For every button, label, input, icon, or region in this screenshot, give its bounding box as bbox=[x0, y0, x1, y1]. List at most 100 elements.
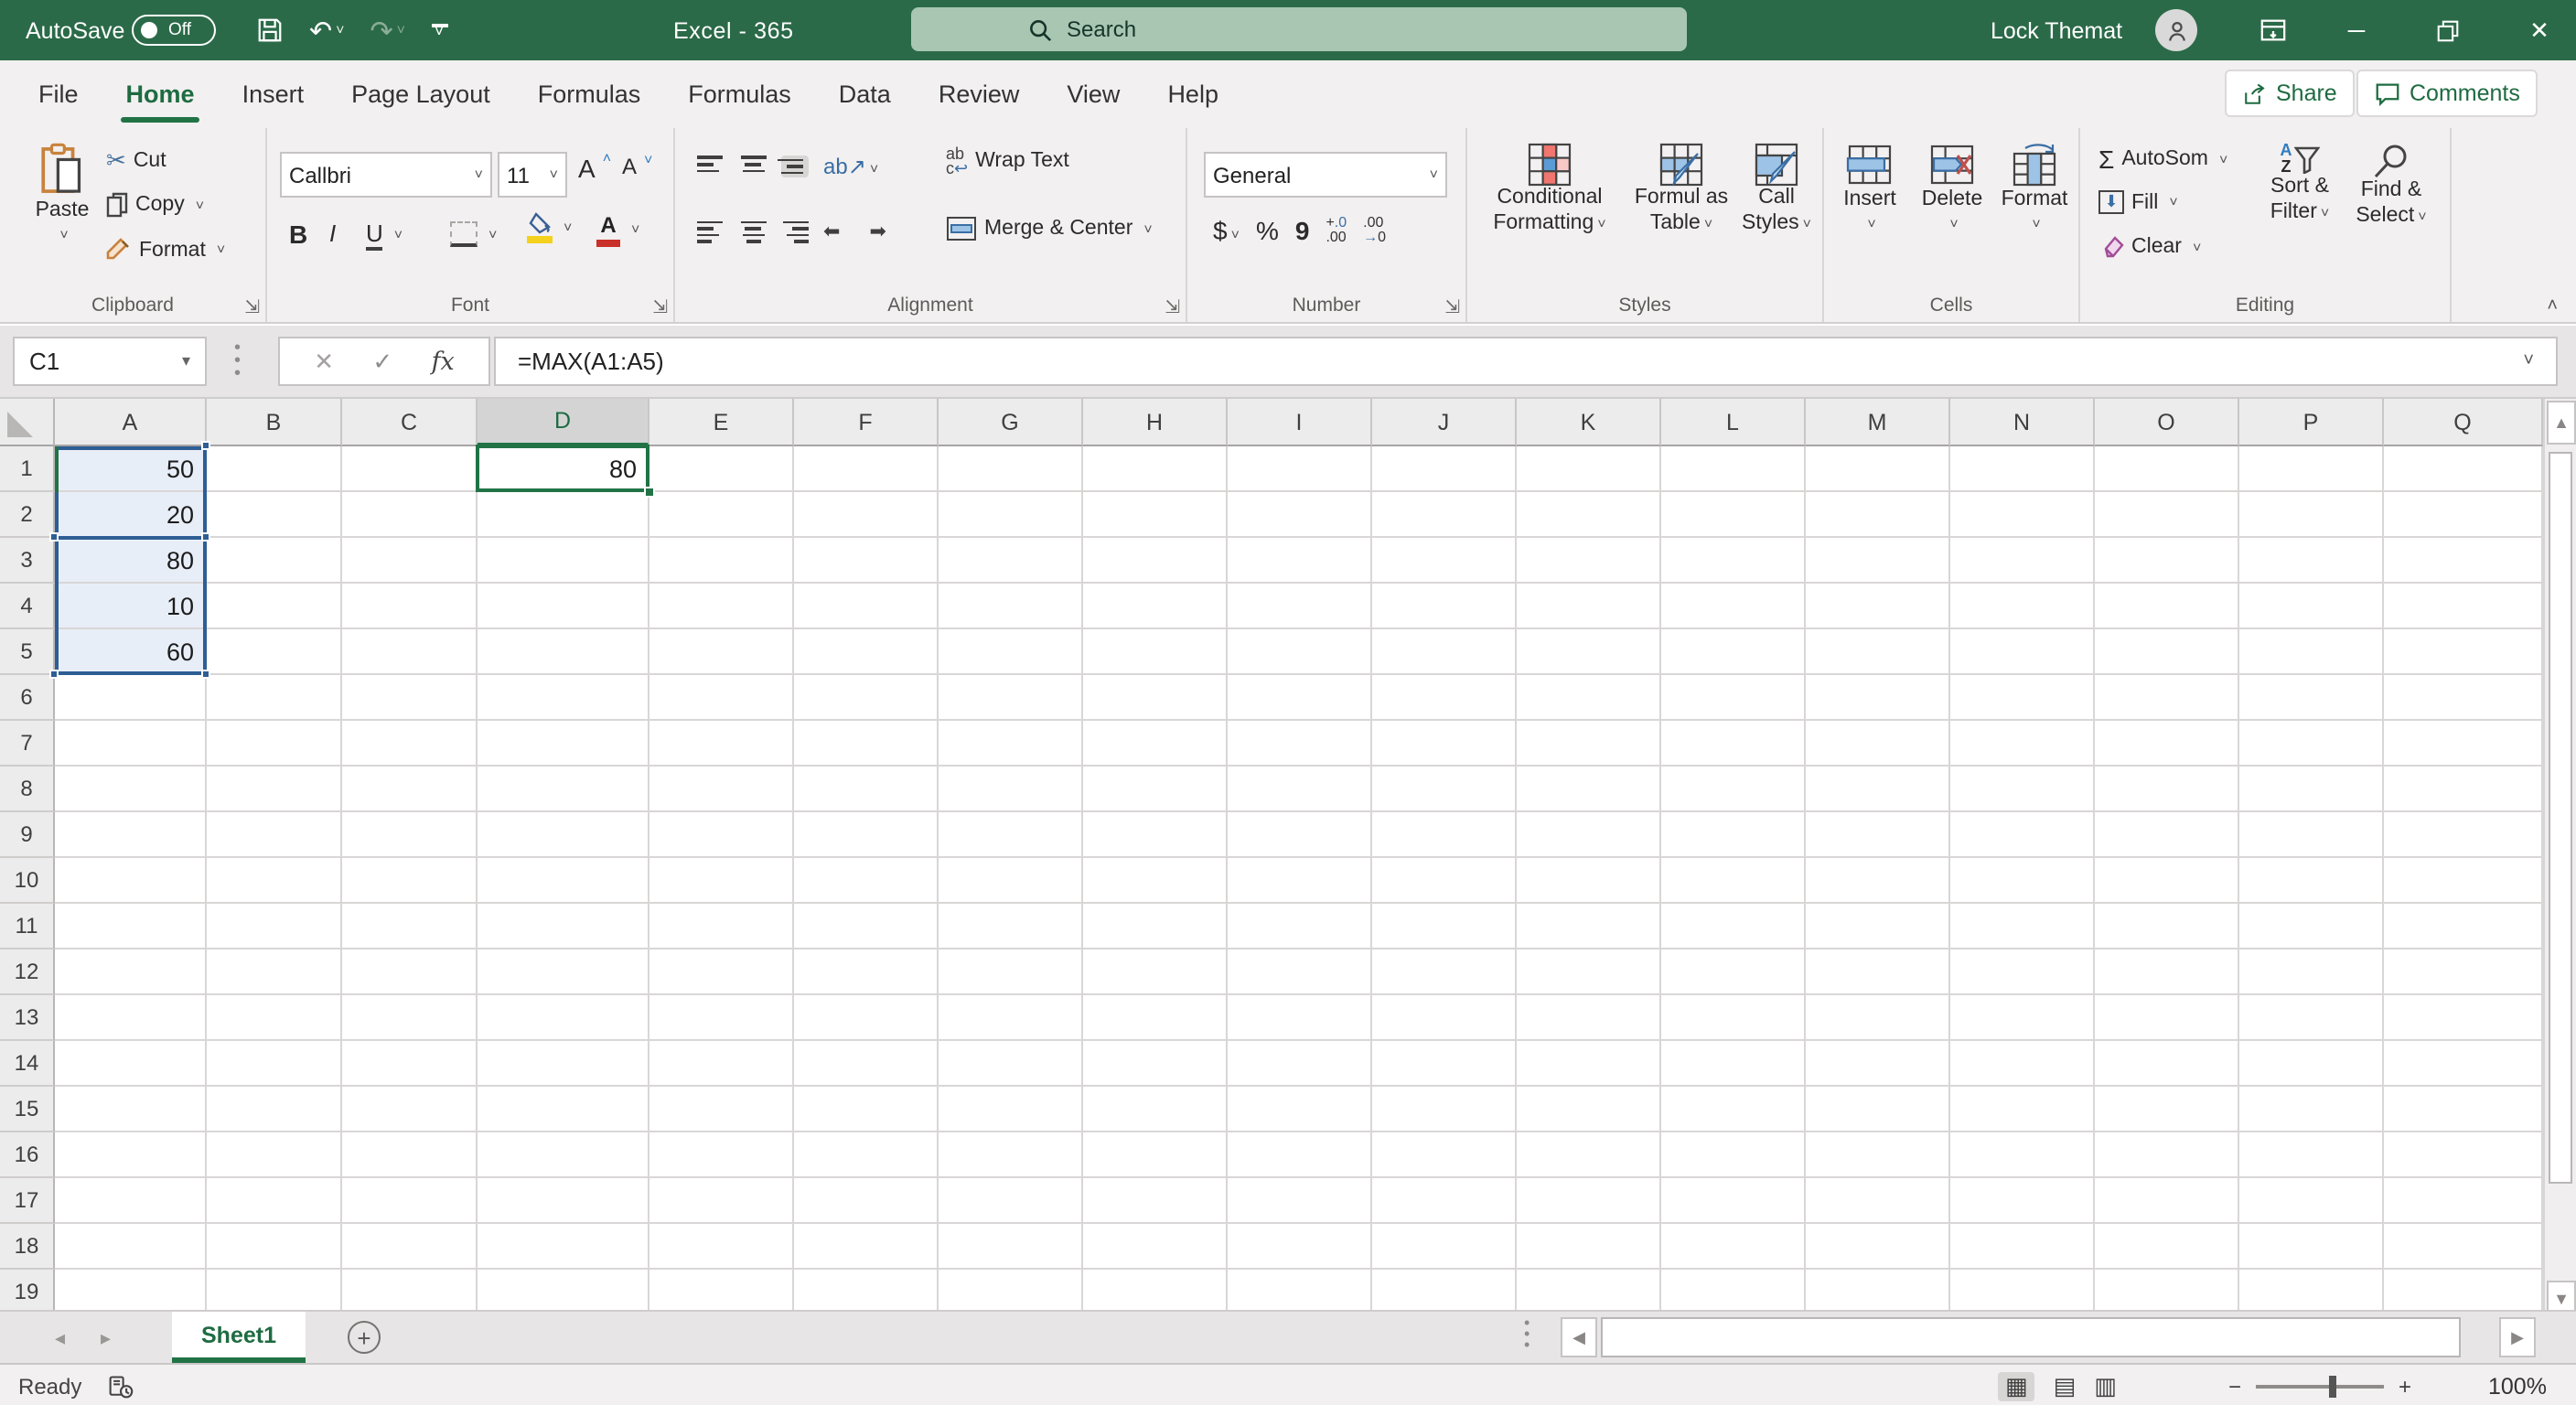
font-color-button[interactable]: A ˅ bbox=[596, 212, 639, 247]
cell-L16[interactable] bbox=[1661, 1132, 1806, 1178]
row-header-18[interactable]: 18 bbox=[0, 1224, 55, 1270]
increase-font-button[interactable]: A˄ bbox=[578, 154, 611, 183]
select-all-corner[interactable] bbox=[0, 399, 55, 446]
cell-O10[interactable] bbox=[2095, 858, 2239, 904]
increase-indent-icon[interactable]: ➡︎ bbox=[869, 220, 886, 243]
cell-Q5[interactable] bbox=[2384, 629, 2543, 675]
cell-P15[interactable] bbox=[2239, 1087, 2384, 1132]
cell-styles-button[interactable]: CallStyles˅ bbox=[1734, 143, 1819, 236]
cell-P6[interactable] bbox=[2239, 675, 2384, 721]
cell-F9[interactable] bbox=[794, 812, 939, 858]
cell-H18[interactable] bbox=[1083, 1224, 1228, 1270]
cell-H8[interactable] bbox=[1083, 767, 1228, 812]
tab-help[interactable]: Help bbox=[1143, 60, 1242, 128]
cell-I7[interactable] bbox=[1228, 721, 1372, 767]
format-as-table-button[interactable]: Formul asTable˅ bbox=[1628, 143, 1734, 236]
format-cells-button[interactable]: Format ˅ bbox=[1992, 143, 2077, 238]
cell-A11[interactable] bbox=[55, 904, 207, 949]
cell-G19[interactable] bbox=[939, 1270, 1083, 1315]
cell-F8[interactable] bbox=[794, 767, 939, 812]
cell-P11[interactable] bbox=[2239, 904, 2384, 949]
restore-button[interactable] bbox=[2411, 0, 2485, 60]
row-header-10[interactable]: 10 bbox=[0, 858, 55, 904]
cell-C5[interactable] bbox=[342, 629, 478, 675]
cell-N12[interactable] bbox=[1950, 949, 2095, 995]
alignment-dialog-launcher-icon[interactable]: ⇲ bbox=[1165, 298, 1180, 318]
cell-F3[interactable] bbox=[794, 538, 939, 584]
cell-G12[interactable] bbox=[939, 949, 1083, 995]
save-icon[interactable] bbox=[256, 16, 284, 44]
vertical-scrollbar[interactable]: ▲ ▼ bbox=[2543, 399, 2576, 1363]
cell-L12[interactable] bbox=[1661, 949, 1806, 995]
bottom-align-icon[interactable] bbox=[781, 156, 809, 177]
cell-I18[interactable] bbox=[1228, 1224, 1372, 1270]
cell-P7[interactable] bbox=[2239, 721, 2384, 767]
cell-M10[interactable] bbox=[1806, 858, 1950, 904]
tab-home[interactable]: Home bbox=[102, 60, 219, 128]
cell-H11[interactable] bbox=[1083, 904, 1228, 949]
cell-E15[interactable] bbox=[649, 1087, 794, 1132]
cell-I4[interactable] bbox=[1228, 584, 1372, 629]
cell-N7[interactable] bbox=[1950, 721, 2095, 767]
autosum-button[interactable]: Σ AutoSom ˅ bbox=[2098, 145, 2227, 174]
cell-J5[interactable] bbox=[1372, 629, 1517, 675]
cell-H12[interactable] bbox=[1083, 949, 1228, 995]
cell-N17[interactable] bbox=[1950, 1178, 2095, 1224]
cell-D5[interactable] bbox=[478, 629, 649, 675]
cell-O11[interactable] bbox=[2095, 904, 2239, 949]
customize-quick-access-icon[interactable]: ˅ bbox=[431, 25, 447, 37]
column-header-B[interactable]: B bbox=[207, 399, 342, 446]
fill-color-button[interactable]: ˅ bbox=[527, 212, 572, 243]
cell-G4[interactable] bbox=[939, 584, 1083, 629]
cell-A6[interactable] bbox=[55, 675, 207, 721]
cell-H1[interactable] bbox=[1083, 446, 1228, 492]
insert-cells-button[interactable]: Insert ˅ bbox=[1828, 143, 1912, 238]
page-layout-view-icon[interactable]: ▤ bbox=[2054, 1371, 2077, 1400]
column-header-G[interactable]: G bbox=[939, 399, 1083, 446]
cell-C12[interactable] bbox=[342, 949, 478, 995]
zoom-out-icon[interactable]: − bbox=[2228, 1373, 2241, 1399]
tab-file[interactable]: File bbox=[15, 60, 102, 128]
cell-H13[interactable] bbox=[1083, 995, 1228, 1041]
cell-L15[interactable] bbox=[1661, 1087, 1806, 1132]
cell-H3[interactable] bbox=[1083, 538, 1228, 584]
cell-J18[interactable] bbox=[1372, 1224, 1517, 1270]
cell-K14[interactable] bbox=[1517, 1041, 1661, 1087]
cell-E8[interactable] bbox=[649, 767, 794, 812]
cell-L6[interactable] bbox=[1661, 675, 1806, 721]
cell-O2[interactable] bbox=[2095, 492, 2239, 538]
cell-C10[interactable] bbox=[342, 858, 478, 904]
cell-G17[interactable] bbox=[939, 1178, 1083, 1224]
cell-L10[interactable] bbox=[1661, 858, 1806, 904]
cell-L19[interactable] bbox=[1661, 1270, 1806, 1315]
cell-H4[interactable] bbox=[1083, 584, 1228, 629]
cell-B1[interactable] bbox=[207, 446, 342, 492]
cell-L2[interactable] bbox=[1661, 492, 1806, 538]
cell-J2[interactable] bbox=[1372, 492, 1517, 538]
cell-I5[interactable] bbox=[1228, 629, 1372, 675]
cell-M1[interactable] bbox=[1806, 446, 1950, 492]
cell-K3[interactable] bbox=[1517, 538, 1661, 584]
number-dialog-launcher-icon[interactable]: ⇲ bbox=[1444, 298, 1460, 318]
cell-M7[interactable] bbox=[1806, 721, 1950, 767]
cell-Q19[interactable] bbox=[2384, 1270, 2543, 1315]
clear-button[interactable]: Clear ˅ bbox=[2098, 236, 2201, 258]
italic-button[interactable]: I bbox=[329, 220, 336, 247]
cell-E11[interactable] bbox=[649, 904, 794, 949]
cell-N2[interactable] bbox=[1950, 492, 2095, 538]
column-header-M[interactable]: M bbox=[1806, 399, 1950, 446]
cell-K10[interactable] bbox=[1517, 858, 1661, 904]
cell-F4[interactable] bbox=[794, 584, 939, 629]
cell-O12[interactable] bbox=[2095, 949, 2239, 995]
cell-L1[interactable] bbox=[1661, 446, 1806, 492]
cell-P16[interactable] bbox=[2239, 1132, 2384, 1178]
zoom-level[interactable]: 100% bbox=[2488, 1365, 2547, 1405]
cell-H9[interactable] bbox=[1083, 812, 1228, 858]
cell-O16[interactable] bbox=[2095, 1132, 2239, 1178]
cell-P5[interactable] bbox=[2239, 629, 2384, 675]
cell-C4[interactable] bbox=[342, 584, 478, 629]
font-dialog-launcher-icon[interactable]: ⇲ bbox=[652, 298, 668, 318]
undo-button[interactable]: ↶˅ bbox=[309, 14, 345, 47]
cell-D11[interactable] bbox=[478, 904, 649, 949]
cell-J12[interactable] bbox=[1372, 949, 1517, 995]
